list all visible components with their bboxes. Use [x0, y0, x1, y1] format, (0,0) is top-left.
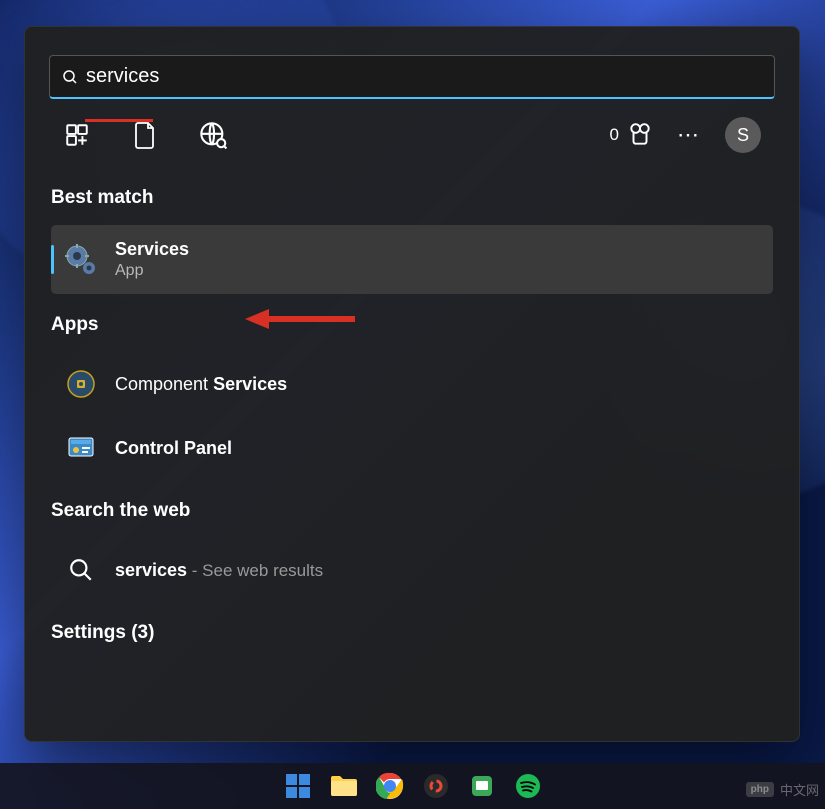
search-icon — [62, 69, 78, 85]
app-result-control-panel[interactable]: Control Panel — [51, 416, 773, 480]
taskbar — [0, 763, 825, 809]
search-input[interactable] — [86, 65, 762, 88]
section-web: Search the web — [51, 500, 773, 522]
search-result-icon — [63, 552, 99, 588]
search-box[interactable] — [49, 55, 775, 99]
component-services-icon — [63, 366, 99, 402]
search-underline-annotation — [85, 119, 153, 122]
search-toolbar: 0 ⋯ S — [25, 99, 799, 167]
start-search-panel: 0 ⋯ S Best match Service — [24, 26, 800, 742]
app-result-component-services[interactable]: Component Services — [51, 352, 773, 416]
app-icon-2[interactable] — [464, 768, 500, 804]
section-apps: Apps — [51, 314, 773, 336]
section-settings: Settings (3) — [51, 622, 773, 644]
result-label: services - See web results — [115, 560, 323, 581]
result-label: Control Panel — [115, 438, 232, 459]
result-subtitle: App — [115, 262, 761, 280]
watermark: php 中文网 — [746, 780, 819, 799]
web-filter-icon[interactable] — [199, 121, 227, 149]
best-match-result[interactable]: Services App — [51, 225, 773, 294]
app-icon-1[interactable] — [418, 768, 454, 804]
web-result[interactable]: services - See web results — [51, 538, 773, 602]
result-title: Services — [115, 239, 761, 260]
file-explorer-icon[interactable] — [326, 768, 362, 804]
start-button[interactable] — [280, 768, 316, 804]
documents-filter-icon[interactable] — [131, 121, 159, 149]
rewards-icon — [627, 122, 653, 148]
section-best-match: Best match — [51, 187, 773, 209]
apps-filter-icon[interactable] — [63, 121, 91, 149]
chrome-icon[interactable] — [372, 768, 408, 804]
more-options-button[interactable]: ⋯ — [677, 122, 701, 148]
result-label: Component Services — [115, 374, 287, 395]
user-avatar[interactable]: S — [725, 117, 761, 153]
rewards-count: 0 — [610, 125, 619, 145]
rewards-counter[interactable]: 0 — [610, 122, 653, 148]
spotify-icon[interactable] — [510, 768, 546, 804]
control-panel-icon — [63, 430, 99, 466]
services-app-icon — [63, 242, 99, 278]
